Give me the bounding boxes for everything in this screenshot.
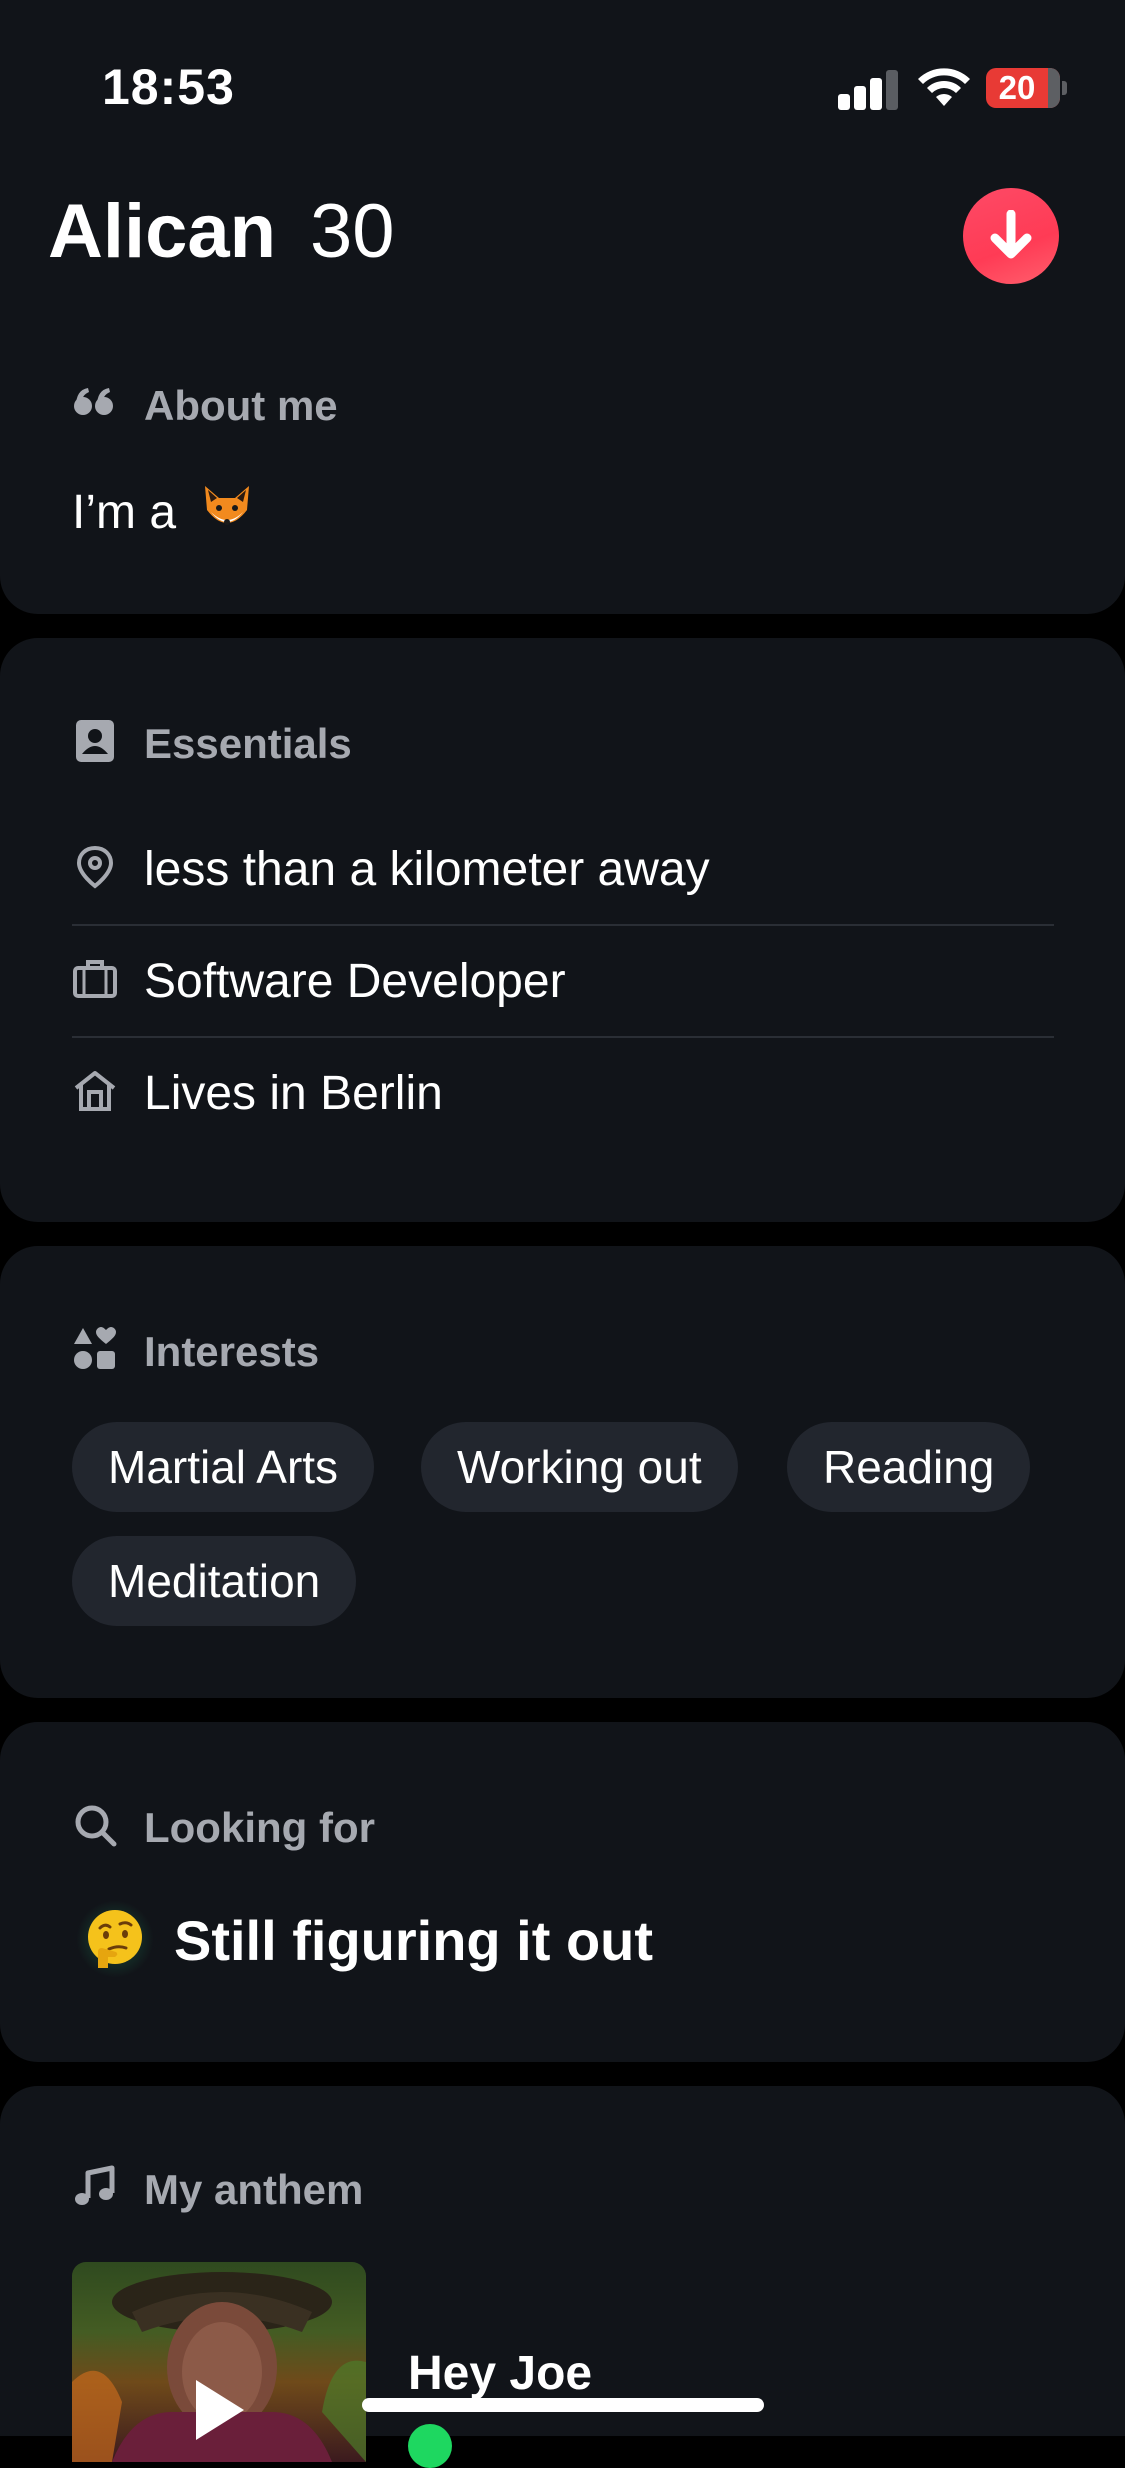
status-bar: 18:53 20 (0, 0, 1125, 170)
search-icon (75, 1805, 117, 1847)
essentials-item-job: Software Developer (72, 926, 1054, 1038)
about-text: I’m a (72, 480, 255, 540)
about-card: About me (0, 320, 1125, 614)
briefcase-icon (73, 960, 117, 998)
battery-level: 20 (998, 69, 1036, 106)
essentials-item-label: Software Developer (144, 955, 566, 1008)
wifi-icon (918, 68, 970, 106)
profile-age: 30 (310, 189, 395, 274)
home-indicator[interactable] (362, 2398, 764, 2412)
home-icon (74, 1071, 116, 1111)
play-icon[interactable] (196, 2380, 244, 2440)
profile-header: Alican 30 (0, 170, 1125, 320)
looking-for-title: Looking for (144, 1804, 375, 1851)
quote-icon (74, 388, 113, 415)
about-title: About me (144, 382, 338, 429)
essentials-item-distance: less than a kilometer away (72, 814, 1054, 926)
interest-chip: Martial Arts (72, 1422, 375, 1512)
shapes-icon (74, 1327, 116, 1369)
thinking-face-emoji (88, 1910, 142, 1968)
spotify-icon (408, 2424, 452, 2468)
anthem-title: My anthem (144, 2166, 364, 2213)
signal-icon (838, 68, 900, 110)
looking-for-text: Still figuring it out (174, 1909, 654, 1972)
arrow-down-icon (990, 210, 1032, 259)
interest-chip: Meditation (72, 1536, 357, 1626)
looking-for-card: Looking for (0, 1722, 1125, 2062)
collapse-profile-button[interactable] (963, 188, 1059, 284)
battery-icon: 20 (986, 68, 1060, 108)
essentials-item-label: less than a kilometer away (144, 843, 710, 896)
location-pin-icon (76, 845, 114, 889)
about-text-label: I’m a (72, 486, 177, 539)
music-note-icon (75, 2165, 115, 2205)
profile-name: Alican (48, 189, 277, 274)
essentials-card: Essentials less than a kilometer away So… (0, 638, 1125, 1222)
interests-title: Interests (144, 1328, 320, 1375)
essentials-item-home: Lives in Berlin (72, 1038, 1054, 1150)
interest-chip: Working out (421, 1422, 738, 1512)
essentials-title: Essentials (144, 720, 352, 767)
profile-card-icon (76, 720, 114, 762)
song-title: Hey Joe (408, 2347, 593, 2400)
status-time: 18:53 (102, 59, 235, 115)
interest-chip: Reading (787, 1422, 1031, 1512)
fox-emoji (205, 486, 250, 525)
essentials-item-label: Lives in Berlin (144, 1067, 443, 1120)
battery-cap (1062, 81, 1067, 95)
album-art[interactable] (72, 2262, 366, 2462)
